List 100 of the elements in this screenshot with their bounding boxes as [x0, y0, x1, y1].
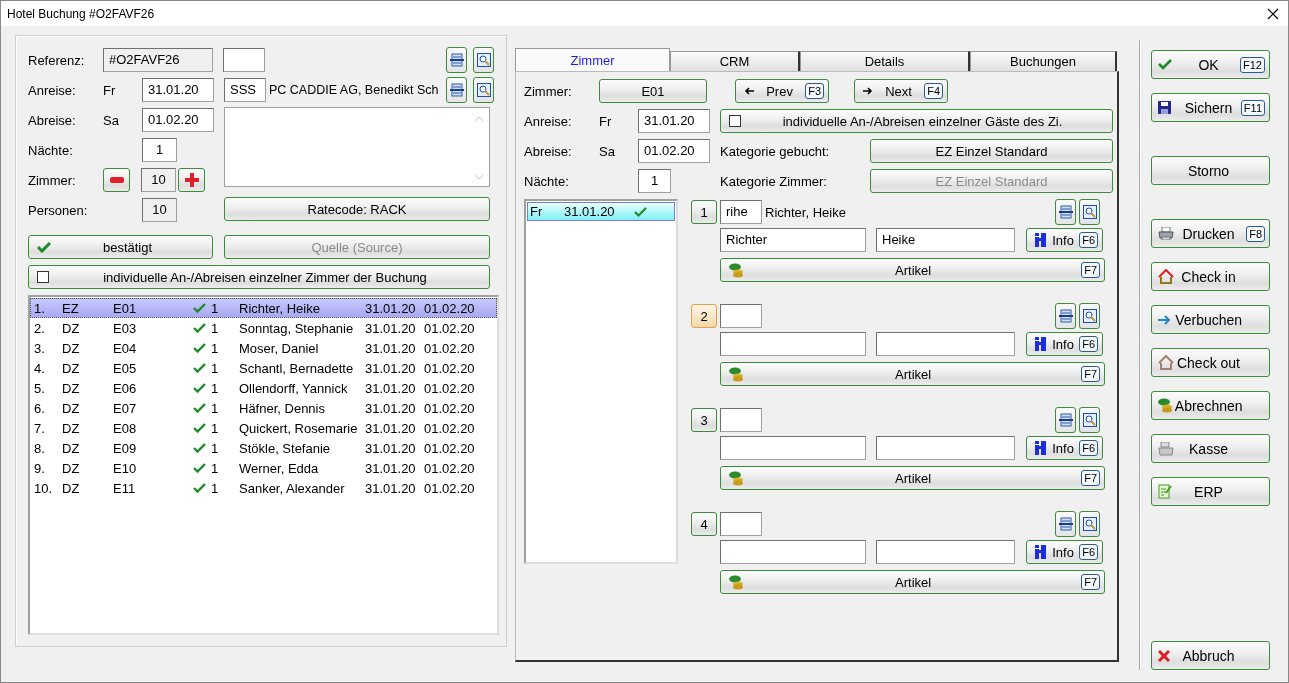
list-button[interactable]: [446, 47, 467, 73]
info-button[interactable]: Info F6: [1026, 332, 1103, 356]
coins-icon: [729, 470, 745, 486]
date-field[interactable]: 31.01.20: [638, 109, 710, 133]
guest-number-button[interactable]: 2: [691, 304, 717, 328]
room-button[interactable]: E01: [599, 79, 707, 103]
tab[interactable]: Buchungen: [970, 51, 1117, 71]
date-field[interactable]: 31.01.20: [142, 78, 214, 102]
tab[interactable]: Zimmer: [515, 48, 670, 71]
last-name-field[interactable]: [720, 540, 866, 564]
list-button[interactable]: [1055, 303, 1076, 329]
first-name-field[interactable]: Heike: [876, 228, 1015, 252]
room-row[interactable]: 1. EZ E01 1 Richter, Heike 31.01.20 01.02.20: [30, 298, 497, 318]
decrease-button[interactable]: [103, 168, 130, 192]
shortcut-badge: F6: [1079, 232, 1098, 248]
guest-name: Sanker, Alexander: [239, 480, 346, 496]
tab[interactable]: Details: [800, 51, 970, 71]
action-button[interactable]: Storno: [1151, 156, 1270, 185]
room-row[interactable]: 7. DZ E08 1 Quickert, Rosemarie 31.01.20 01.02.20: [30, 418, 497, 438]
action-button[interactable]: Sichern F11: [1151, 93, 1270, 122]
last-name-field[interactable]: Richter: [720, 228, 866, 252]
search-button[interactable]: [1079, 303, 1100, 329]
night-row[interactable]: Fr 31.01.20: [527, 202, 675, 221]
action-button[interactable]: ERP: [1151, 477, 1270, 506]
first-name-field[interactable]: [876, 540, 1015, 564]
articles-button[interactable]: Artikel F7: [720, 258, 1105, 282]
code-field[interactable]: [720, 408, 762, 432]
action-button[interactable]: Check out: [1151, 348, 1270, 377]
info-button[interactable]: Info F6: [1026, 540, 1103, 564]
guest-name: Ollendorff, Yannick: [239, 380, 349, 396]
departure-date: 01.02.20: [424, 440, 476, 456]
room-row[interactable]: 8. DZ E09 1 Stökle, Stefanie 31.01.20 01.02.20: [30, 438, 497, 458]
guest-number-button[interactable]: 4: [691, 512, 717, 536]
status-button[interactable]: bestätigt: [28, 235, 213, 259]
row-number: 9.: [33, 460, 46, 476]
code-field[interactable]: rihe: [720, 200, 762, 224]
code-field[interactable]: [720, 512, 762, 536]
room-row[interactable]: 3. DZ E04 1 Moser, Daniel 31.01.20 01.02.20: [30, 338, 497, 358]
increase-button[interactable]: [178, 168, 205, 192]
first-name-field[interactable]: [876, 436, 1015, 460]
articles-button[interactable]: Artikel F7: [720, 362, 1105, 386]
individual-dates-button[interactable]: individuelle An-/Abreisen einzelner Zimmer der Buchung: [28, 265, 490, 289]
articles-button[interactable]: Artikel F7: [720, 570, 1105, 594]
notes-field[interactable]: [224, 107, 490, 187]
next-button[interactable]: Next F4: [854, 79, 948, 103]
action-button[interactable]: Kasse: [1151, 434, 1270, 463]
individual-guests-button[interactable]: individuelle An-/Abreisen einzelner Gäste des Zi.: [720, 109, 1113, 133]
action-button[interactable]: Verbuchen: [1151, 305, 1270, 334]
prev-button[interactable]: Prev F3: [735, 79, 829, 103]
arrival-date: 31.01.20: [365, 400, 417, 416]
arrival-date: 31.01.20: [365, 460, 417, 476]
arrival-date: 31.01.20: [365, 300, 417, 316]
list-button[interactable]: [1055, 407, 1076, 433]
cancel-button[interactable]: Abbruch: [1151, 641, 1270, 670]
guest-name: Häfner, Dennis: [239, 400, 326, 416]
room-row[interactable]: 6. DZ E07 1 Häfner, Dennis 31.01.20 01.02.20: [30, 398, 497, 418]
guest-number-button[interactable]: 3: [691, 408, 717, 432]
action-button[interactable]: Abrechnen: [1151, 391, 1270, 420]
info-button[interactable]: Info F6: [1026, 228, 1103, 252]
checkbox[interactable]: [729, 115, 741, 127]
search-button[interactable]: [1079, 407, 1100, 433]
room-row[interactable]: 9. DZ E10 1 Werner, Edda 31.01.20 01.02.20: [30, 458, 497, 478]
list-button[interactable]: [446, 77, 467, 103]
action-button[interactable]: OK F12: [1151, 50, 1270, 79]
category-button[interactable]: EZ Einzel Standard: [870, 139, 1113, 163]
guest-number-button[interactable]: 1: [691, 200, 717, 224]
nights-field[interactable]: 1: [142, 138, 177, 162]
field-label: Referenz:: [28, 52, 86, 68]
last-name-field[interactable]: [720, 332, 866, 356]
search-button[interactable]: [473, 47, 494, 73]
departure-date: 01.02.20: [424, 340, 476, 356]
scroll-up-icon: [474, 116, 484, 122]
date-field[interactable]: 01.02.20: [638, 139, 710, 163]
checkbox[interactable]: [37, 271, 49, 283]
search-button[interactable]: [1079, 511, 1100, 537]
search-button[interactable]: [1079, 199, 1100, 225]
code-field[interactable]: [720, 304, 762, 328]
ratecode-button[interactable]: Ratecode: RACK: [224, 197, 490, 221]
close-icon[interactable]: [1267, 7, 1279, 20]
list-button[interactable]: [1055, 199, 1076, 225]
last-name-field[interactable]: [720, 436, 866, 460]
tab[interactable]: CRM: [670, 51, 800, 71]
plus-icon: [184, 173, 199, 187]
action-button[interactable]: Check in: [1151, 262, 1270, 291]
room-row[interactable]: 2. DZ E03 1 Sonntag, Stephanie 31.01.20 01.02.20: [30, 318, 497, 338]
search-button[interactable]: [473, 77, 494, 103]
first-name-field[interactable]: [876, 332, 1015, 356]
date-field[interactable]: 01.02.20: [142, 108, 214, 132]
coins-icon: [729, 574, 745, 590]
room-row[interactable]: 4. DZ E05 1 Schantl, Bernadette 31.01.20 01.02.20: [30, 358, 497, 378]
room-row[interactable]: 5. DZ E06 1 Ollendorff, Yannick 31.01.20 01.02.20: [30, 378, 497, 398]
info-button[interactable]: Info F6: [1026, 436, 1103, 460]
action-button[interactable]: Drucken F8: [1151, 219, 1270, 248]
code-field[interactable]: SSS: [224, 78, 266, 102]
nights-field[interactable]: 1: [638, 169, 671, 193]
articles-button[interactable]: Artikel F7: [720, 466, 1105, 490]
printer-icon: [1058, 309, 1073, 323]
room-row[interactable]: 10. DZ E11 1 Sanker, Alexander 31.01.20 01.02.20: [30, 478, 497, 498]
input-field[interactable]: [223, 48, 265, 72]
list-button[interactable]: [1055, 511, 1076, 537]
